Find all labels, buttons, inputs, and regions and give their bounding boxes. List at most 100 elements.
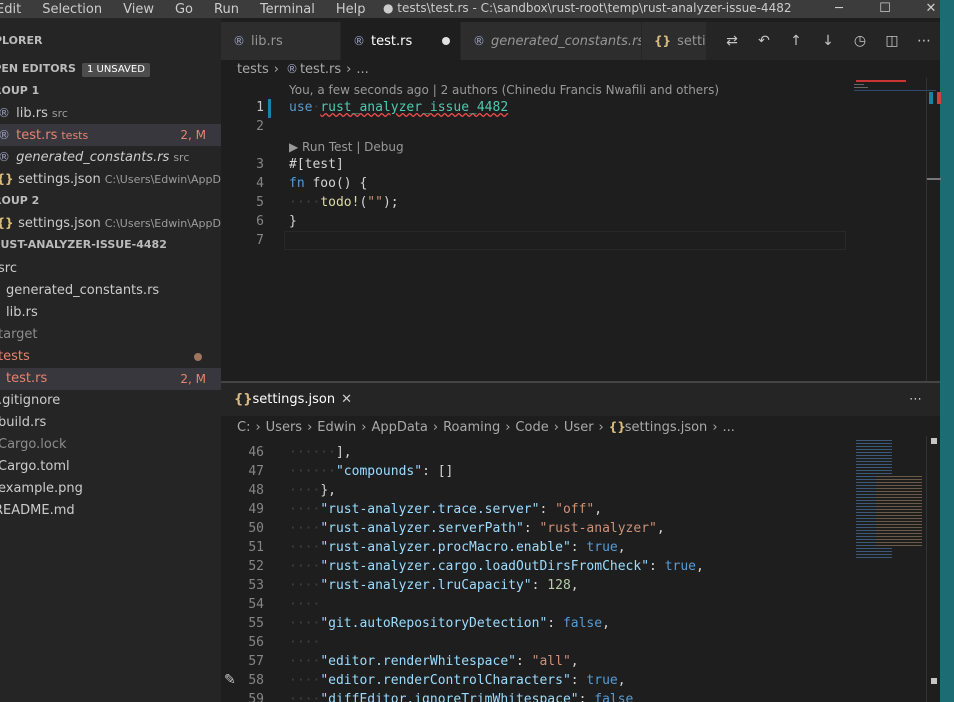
- open-editor-item-active[interactable]: ® test.rs tests 2, M: [0, 124, 221, 146]
- rust-file-icon: ®: [0, 150, 10, 164]
- git-blame-lens[interactable]: You, a few seconds ago | 2 authors (Chin…: [289, 83, 719, 97]
- tree-file[interactable]: build.rs: [0, 412, 219, 434]
- line-number: 59: [248, 692, 264, 702]
- rust-file-icon: ®: [353, 34, 365, 48]
- breadcrumb-item[interactable]: tests: [237, 62, 269, 77]
- breadcrumb-item[interactable]: AppData: [371, 420, 427, 435]
- line-number: 5: [256, 195, 264, 210]
- tree-file[interactable]: generated_constants.rs: [6, 280, 221, 302]
- open-editor-item[interactable]: ® lib.rs src: [0, 102, 217, 124]
- code-line: ····"git.autoRepositoryDetection": false…: [289, 616, 610, 631]
- rust-file-icon: ®: [285, 62, 298, 76]
- explorer-sidebar: EXPLORER OPEN EDITORS 1 UNSAVED GROUP 1 ®…: [0, 18, 221, 702]
- minimap-text: [876, 476, 922, 546]
- tree-file[interactable]: lib.rs: [6, 302, 221, 324]
- unsaved-dot-icon[interactable]: [442, 37, 450, 45]
- breadcrumb-item[interactable]: Roaming: [443, 420, 500, 435]
- json-key: "diffEditor.ignoreTrimWhitespace": [320, 692, 579, 702]
- breadcrumb-item[interactable]: C:: [237, 420, 250, 435]
- line-number: 56: [248, 635, 264, 650]
- whitespace-indent: ····: [289, 483, 321, 498]
- tree-folder[interactable]: target: [0, 324, 219, 346]
- minimap-line: [854, 90, 936, 91]
- code-line: ····"rust-analyzer.cargo.loadOutDirsFrom…: [289, 559, 704, 574]
- line-number: 3: [256, 157, 264, 172]
- next-change-icon[interactable]: ↓: [812, 33, 844, 49]
- minimize-button[interactable]: ─: [816, 0, 862, 18]
- json-punctuation: ,: [617, 673, 626, 688]
- menu-selection[interactable]: Selection: [42, 1, 102, 18]
- whitespace-indent: ····: [289, 578, 321, 593]
- tree-file[interactable]: example.png: [0, 478, 219, 500]
- tree-folder[interactable]: tests: [0, 346, 219, 368]
- open-editors-header[interactable]: OPEN EDITORS 1 UNSAVED: [0, 58, 205, 80]
- tab-test-rs[interactable]: ® test.rs: [341, 22, 460, 60]
- open-editor-item[interactable]: {} settings.jsonC:\Users\Edwin\AppD...: [0, 212, 221, 234]
- breadcrumb-item[interactable]: Edwin: [317, 420, 356, 435]
- menu-run[interactable]: Run: [214, 1, 239, 18]
- breadcrumb-item[interactable]: test.rs: [300, 62, 341, 77]
- tab-lib-rs[interactable]: ® lib.rs: [221, 22, 340, 60]
- code-line: ····: [289, 635, 320, 650]
- json-key: "rust-analyzer.cargo.loadOutDirsFromChec…: [320, 559, 650, 574]
- json-value: true: [664, 559, 697, 574]
- chevron-right-icon: ›: [361, 420, 367, 435]
- code-line: ····"rust-analyzer.lruCapacity": 128,: [289, 578, 579, 593]
- group2-header[interactable]: GROUP 2: [0, 190, 205, 212]
- line-number: 49: [248, 502, 264, 517]
- tree-file[interactable]: Cargo.toml: [0, 456, 219, 478]
- editor-settings-json[interactable]: 46 ······], 47 ······"compounds": [] 48 ····}…: [221, 436, 846, 702]
- menu-edit[interactable]: Edit: [0, 1, 21, 18]
- open-editor-item[interactable]: ® generated_constants.rs src: [0, 146, 217, 168]
- editor-scrollbar[interactable]: [926, 78, 941, 381]
- editor-scrollbar[interactable]: [926, 436, 940, 702]
- rust-file-icon: ®: [233, 34, 245, 48]
- split-editor-icon[interactable]: ◫: [876, 33, 908, 49]
- more-actions-icon[interactable]: ⋯: [908, 33, 940, 49]
- menu-terminal[interactable]: Terminal: [260, 1, 315, 18]
- breadcrumb-item[interactable]: settings.json: [625, 420, 708, 435]
- tree-folder[interactable]: src: [0, 258, 219, 280]
- chevron-right-icon: ›: [553, 420, 559, 435]
- go-back-icon[interactable]: ↶: [748, 33, 780, 49]
- maximize-button[interactable]: ☐: [862, 0, 908, 18]
- breadcrumb-item[interactable]: ...: [723, 420, 735, 435]
- whitespace-indent: ······: [289, 445, 336, 460]
- tree-file[interactable]: .gitignore: [0, 390, 219, 412]
- json-value: "all": [531, 654, 571, 669]
- previous-change-icon[interactable]: ↑: [780, 33, 812, 49]
- tree-file[interactable]: Cargo.lock: [0, 434, 219, 456]
- scrollbar-marker: [931, 438, 937, 444]
- open-changes-icon[interactable]: ⇄: [716, 33, 748, 49]
- tree-file[interactable]: README.md: [0, 500, 215, 522]
- menu-view[interactable]: View: [123, 1, 154, 18]
- timeline-icon[interactable]: ◷: [844, 33, 876, 49]
- open-editor-item[interactable]: {} settings.jsonC:\Users\Edwin\AppD...: [0, 168, 221, 190]
- tree-file-active[interactable]: test.rs 2, M: [0, 368, 221, 390]
- breadcrumb-item[interactable]: ...: [356, 62, 368, 77]
- edit-pencil-icon[interactable]: ✎: [224, 672, 236, 688]
- whitespace-indent: ····: [289, 559, 321, 574]
- project-header[interactable]: RUST-ANALYZER-ISSUE-4482: [0, 234, 213, 256]
- line-number: 48: [248, 483, 264, 498]
- tab-generated-constants[interactable]: ® generated_constants.rs: [461, 22, 641, 60]
- breadcrumb-item[interactable]: Code: [515, 420, 548, 435]
- breadcrumb: tests › ® test.rs ›...: [237, 58, 369, 80]
- close-icon[interactable]: ✕: [341, 392, 352, 407]
- tab-settings[interactable]: {} setti: [642, 22, 706, 60]
- more-actions-icon[interactable]: ⋯: [909, 383, 922, 416]
- json-separator: :: [539, 502, 556, 517]
- group1-header[interactable]: GROUP 1: [0, 80, 205, 102]
- breadcrumb-item[interactable]: Users: [266, 420, 302, 435]
- json-value: "off": [555, 502, 595, 517]
- line-number: 2: [256, 119, 264, 134]
- menu-go[interactable]: Go: [175, 1, 193, 18]
- run-test-lens[interactable]: ▶ Run Test | Debug: [289, 140, 404, 154]
- menu-help[interactable]: Help: [336, 1, 366, 18]
- breadcrumb-item[interactable]: User: [564, 420, 594, 435]
- current-line-highlight: [284, 231, 846, 250]
- code-line: #[test]: [289, 157, 344, 172]
- minimap-line: [854, 84, 864, 85]
- tab-settings-json[interactable]: {}settings.json ✕: [234, 383, 352, 416]
- rust-file-icon: ®: [0, 128, 10, 142]
